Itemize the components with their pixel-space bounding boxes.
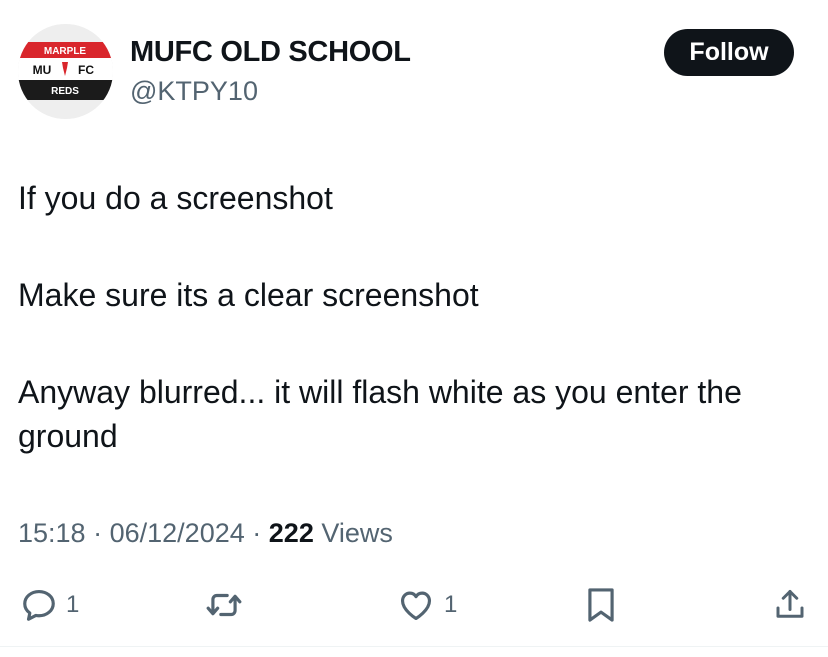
- svg-text:MU: MU: [33, 63, 52, 77]
- bookmark-icon: [588, 588, 614, 622]
- author-handle[interactable]: @KTPY10: [130, 76, 258, 107]
- svg-text:FC: FC: [78, 63, 94, 77]
- meta-separator: ·: [252, 518, 262, 548]
- meta-separator: ·: [93, 518, 103, 548]
- reply-count: 1: [66, 591, 80, 618]
- avatar-image: MARPLE MU FC REDS: [18, 24, 113, 119]
- retweet-button[interactable]: [203, 580, 245, 630]
- tweet-date[interactable]: 06/12/2024: [110, 518, 245, 548]
- like-button[interactable]: 1: [396, 580, 457, 630]
- retweet-icon: [206, 593, 242, 617]
- views-count: 222: [268, 518, 314, 548]
- tweet-text: If you do a screenshot Make sure its a c…: [18, 176, 808, 458]
- tweet-paragraph: Make sure its a clear screenshot: [18, 277, 479, 313]
- follow-button[interactable]: Follow: [664, 29, 794, 76]
- avatar[interactable]: MARPLE MU FC REDS: [18, 24, 113, 119]
- reply-icon: [23, 589, 55, 621]
- tweet-time[interactable]: 15:18: [18, 518, 86, 548]
- share-icon: [776, 590, 804, 618]
- reply-button[interactable]: 1: [20, 580, 79, 630]
- svg-text:REDS: REDS: [51, 86, 79, 97]
- author-display-name[interactable]: MUFC OLD SCHOOL: [130, 36, 411, 69]
- like-count: 1: [444, 591, 458, 618]
- bookmark-button[interactable]: [585, 580, 617, 630]
- views-label: Views: [321, 518, 393, 548]
- divider: [0, 646, 828, 647]
- svg-text:MARPLE: MARPLE: [44, 46, 87, 57]
- like-icon: [400, 591, 432, 621]
- tweet-meta: 15:18 · 06/12/2024 · 222 Views: [18, 518, 393, 549]
- tweet-paragraph: Anyway blurred... it will flash white as…: [18, 374, 742, 454]
- tweet-paragraph: If you do a screenshot: [18, 180, 333, 216]
- action-bar: 1 1: [0, 580, 828, 630]
- share-button[interactable]: [772, 580, 808, 630]
